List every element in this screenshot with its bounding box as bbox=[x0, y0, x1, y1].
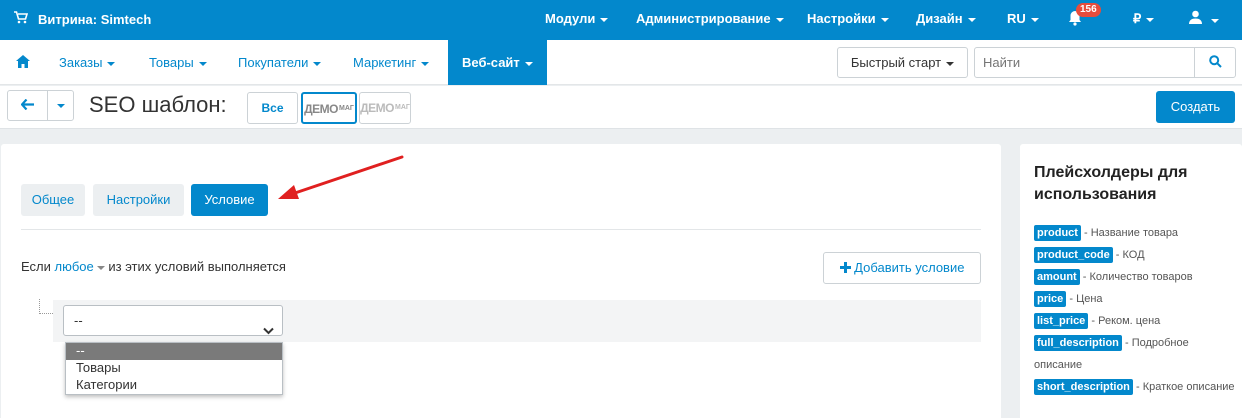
notification-count-badge: 156 bbox=[1076, 3, 1101, 17]
storefront-all-button[interactable]: Все bbox=[247, 92, 298, 124]
condition-sentence: Если любое из этих условий выполняется bbox=[21, 259, 286, 274]
menu-currency-label: ₽ bbox=[1133, 11, 1142, 26]
placeholder-desc: - Название товара bbox=[1084, 227, 1179, 239]
nav-item-products-label: Товары bbox=[149, 55, 194, 70]
main-panel: Общее Настройки Условие Если любое из эт… bbox=[1, 144, 1001, 418]
quick-start-label: Быстрый старт bbox=[850, 55, 942, 70]
option-products[interactable]: Товары bbox=[66, 360, 282, 377]
create-button[interactable]: Создать bbox=[1156, 91, 1235, 123]
nav-item-customers[interactable]: Покупатели bbox=[238, 40, 322, 85]
option-empty[interactable]: -- bbox=[66, 343, 282, 360]
storefront-demo-2-button[interactable]: ДЕМОМАГ bbox=[359, 92, 411, 124]
user-menu[interactable] bbox=[1189, 10, 1219, 27]
menu-modules[interactable]: Модули bbox=[545, 11, 609, 26]
placeholder-tag: list_price bbox=[1034, 313, 1089, 329]
condition-type-options: -- Товары Категории bbox=[65, 342, 283, 395]
sidebar-title: Плейсхолдеры для использования bbox=[1034, 164, 1188, 203]
search-box bbox=[974, 47, 1236, 78]
demo-store-logo: ДЕМО bbox=[360, 101, 395, 115]
demo-store-logo: ДЕМО bbox=[304, 102, 339, 116]
placeholder-tag: amount bbox=[1034, 269, 1080, 285]
condition-mode-dropdown[interactable]: любое bbox=[55, 259, 105, 274]
search-button[interactable] bbox=[1194, 48, 1235, 77]
placeholder-desc: - Количество товаров bbox=[1082, 271, 1193, 283]
placeholder-desc: - Цена bbox=[1069, 293, 1103, 305]
placeholder-desc: - КОД bbox=[1115, 249, 1145, 261]
storefront-label: Витрина: Simtech bbox=[38, 11, 152, 27]
menu-design-label: Дизайн bbox=[916, 11, 963, 26]
menu-settings[interactable]: Настройки bbox=[807, 11, 889, 26]
menu-administration[interactable]: Администрирование bbox=[636, 11, 784, 26]
condition-suffix: из этих условий выполняется bbox=[108, 259, 286, 274]
placeholder-item: list_price - Реком. цена bbox=[1034, 310, 1238, 332]
nav-item-products[interactable]: Товары bbox=[149, 40, 207, 85]
storefront-selector[interactable]: Витрина: Simtech bbox=[14, 11, 151, 27]
placeholder-desc: - Краткое описание bbox=[1135, 381, 1235, 393]
tab-settings[interactable]: Настройки bbox=[93, 184, 184, 216]
storefront-demo-1-button[interactable]: ДЕМОМАГ bbox=[301, 92, 357, 124]
placeholder-desc: - Реком. цена bbox=[1091, 315, 1161, 327]
cart-icon bbox=[14, 11, 29, 27]
placeholder-tag: product bbox=[1034, 225, 1081, 241]
nav-item-customers-label: Покупатели bbox=[238, 55, 309, 70]
placeholders-sidebar: Плейсхолдеры для использования product -… bbox=[1020, 144, 1242, 418]
nav-item-marketing[interactable]: Маркетинг bbox=[353, 40, 430, 85]
menu-language-label: RU bbox=[1007, 11, 1026, 26]
condition-type-select[interactable]: -- bbox=[63, 305, 283, 336]
placeholder-tag: short_description bbox=[1034, 379, 1133, 395]
back-button[interactable] bbox=[7, 90, 48, 121]
tab-condition[interactable]: Условие bbox=[191, 184, 268, 216]
nav-item-website[interactable]: Веб-сайт bbox=[448, 40, 547, 85]
user-icon bbox=[1189, 10, 1206, 27]
condition-prefix: Если bbox=[21, 259, 51, 274]
page-title: SEO шаблон: bbox=[89, 92, 227, 117]
nav-item-marketing-label: Маркетинг bbox=[353, 55, 417, 70]
placeholder-tag: full_description bbox=[1034, 335, 1122, 351]
home-button[interactable] bbox=[16, 40, 30, 85]
annotation-arrow bbox=[278, 155, 404, 199]
placeholder-item: price - Цена bbox=[1034, 288, 1238, 310]
tab-general[interactable]: Общее bbox=[21, 184, 85, 216]
menu-currency[interactable]: ₽ bbox=[1133, 11, 1155, 27]
back-dropdown-button[interactable] bbox=[47, 90, 74, 121]
placeholder-item: short_description - Краткое описание bbox=[1034, 376, 1238, 398]
menu-administration-label: Администрирование bbox=[636, 11, 771, 26]
search-icon bbox=[1208, 54, 1222, 71]
menu-modules-label: Модули bbox=[545, 11, 596, 26]
placeholder-item: product - Название товара bbox=[1034, 222, 1238, 244]
condition-mode-label: любое bbox=[54, 259, 94, 274]
home-icon bbox=[16, 55, 30, 70]
placeholder-item: amount - Количество товаров bbox=[1034, 266, 1238, 288]
plus-icon bbox=[839, 260, 855, 275]
placeholder-item: full_description - Подробное описание bbox=[1034, 332, 1238, 376]
page-toolbar: SEO шаблон: Все ДЕМОМАГ ДЕМОМАГ Создать bbox=[0, 86, 1242, 129]
main-navigation: Заказы Товары Покупатели Маркетинг Веб-с… bbox=[0, 40, 1242, 85]
menu-settings-label: Настройки bbox=[807, 11, 876, 26]
condition-tree-line bbox=[39, 299, 53, 314]
arrow-left-icon bbox=[20, 98, 34, 113]
demo-store-logo-small: МАГ bbox=[395, 104, 410, 111]
placeholder-tag: product_code bbox=[1034, 247, 1113, 263]
divider bbox=[21, 229, 981, 230]
menu-design[interactable]: Дизайн bbox=[916, 11, 976, 26]
nav-item-website-label: Веб-сайт bbox=[462, 55, 520, 70]
search-input[interactable] bbox=[975, 48, 1195, 77]
top-bar: Витрина: Simtech Модули Администрировани… bbox=[0, 0, 1242, 40]
add-condition-button[interactable]: Добавить условие bbox=[823, 252, 981, 284]
nav-item-orders[interactable]: Заказы bbox=[59, 40, 116, 85]
placeholder-tag: price bbox=[1034, 291, 1067, 307]
placeholder-item: product_code - КОД bbox=[1034, 244, 1238, 266]
condition-type-value: -- bbox=[74, 313, 83, 328]
menu-language[interactable]: RU bbox=[1007, 11, 1039, 26]
add-condition-label: Добавить условие bbox=[854, 260, 965, 275]
nav-item-orders-label: Заказы bbox=[59, 55, 103, 70]
quick-start-button[interactable]: Быстрый старт bbox=[837, 47, 968, 78]
demo-store-logo-small: МАГ bbox=[339, 105, 354, 112]
chevron-down-icon bbox=[263, 316, 274, 345]
option-categories[interactable]: Категории bbox=[66, 377, 282, 394]
